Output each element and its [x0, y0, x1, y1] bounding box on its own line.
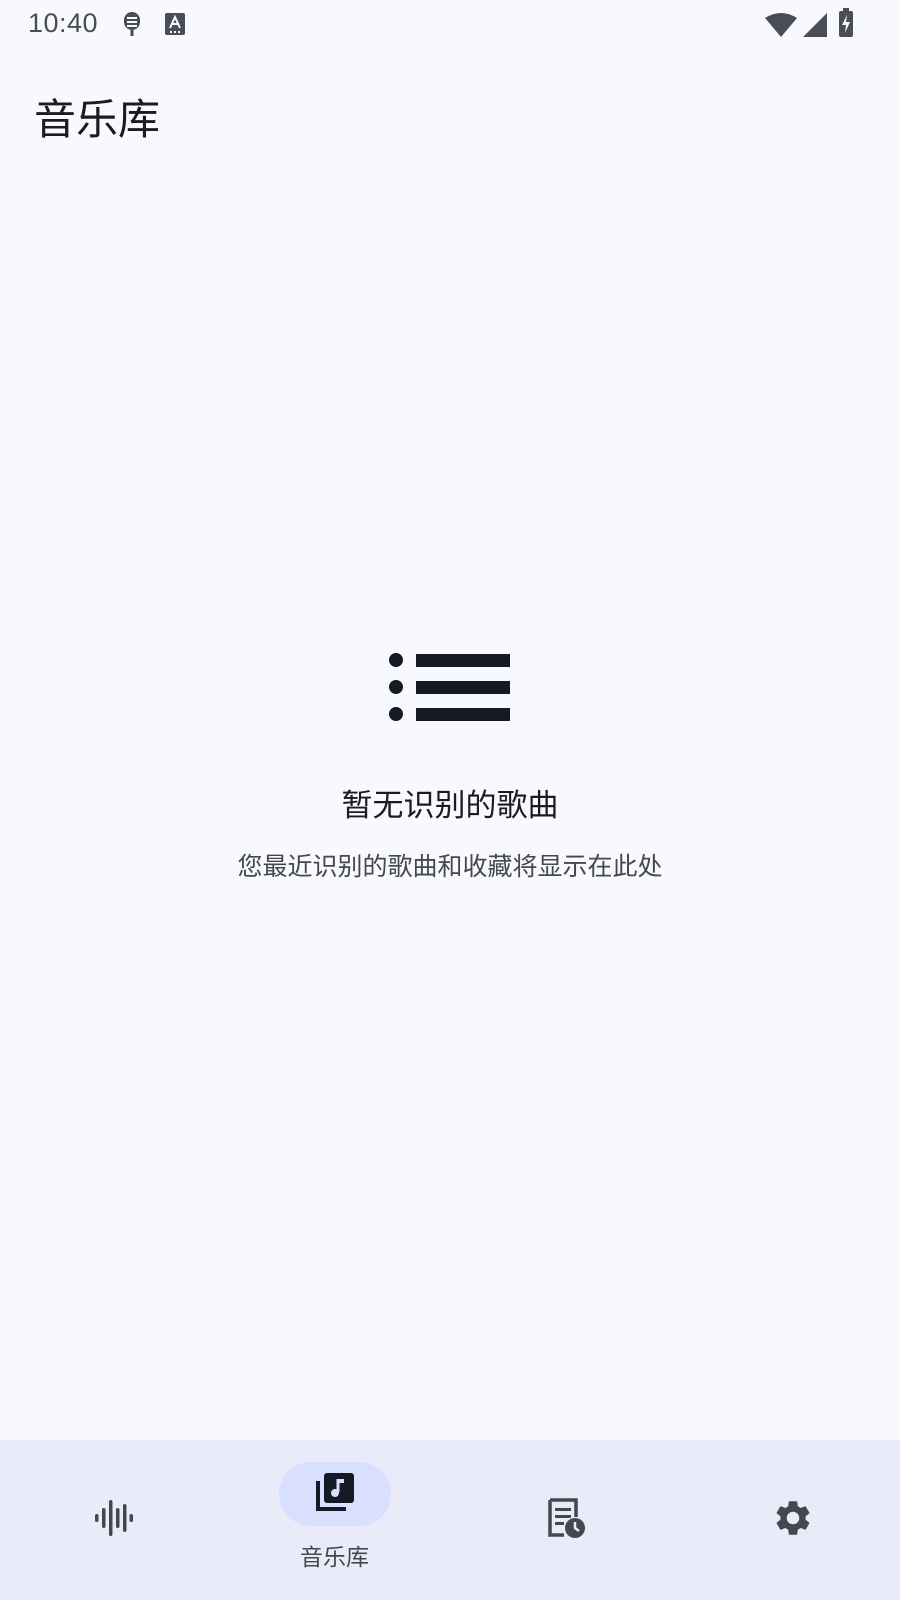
empty-state-title: 暂无识别的歌曲 [341, 788, 559, 824]
list-icon [388, 650, 512, 732]
music-library-icon [314, 1471, 356, 1517]
keyboard-a-icon [164, 12, 186, 40]
history-list-icon [544, 1497, 586, 1543]
nav-item-recognize[interactable] [0, 1440, 225, 1600]
settings-gear-icon [772, 1497, 814, 1543]
nav-pill [57, 1488, 169, 1552]
status-bar: 10:40 [0, 0, 900, 48]
wifi-icon [764, 12, 798, 42]
waveform-icon [93, 1498, 133, 1542]
empty-state-subtitle: 您最近识别的歌曲和收藏将显示在此处 [237, 852, 663, 881]
page-title: 音乐库 [34, 95, 161, 144]
nav-item-library[interactable]: 音乐库 [222, 1440, 447, 1600]
bottom-navigation: 音乐库 [0, 1440, 900, 1600]
nav-pill [737, 1488, 849, 1552]
empty-state: 暂无识别的歌曲 您最近识别的歌曲和收藏将显示在此处 [0, 650, 900, 883]
nav-label-library: 音乐库 [300, 1545, 369, 1571]
nav-item-settings[interactable] [680, 1440, 900, 1600]
battery-charging-icon [838, 8, 854, 42]
podcast-mic-icon [118, 10, 146, 42]
status-time: 10:40 [28, 8, 99, 38]
nav-pill [509, 1488, 621, 1552]
nav-item-history[interactable] [452, 1440, 677, 1600]
nav-pill-active [278, 1462, 391, 1526]
cell-signal-icon [802, 12, 828, 42]
screen: 10:40 音乐库 暂无识别的歌曲 您最近识别的歌曲和收藏将显示在此处 音乐库 [0, 0, 900, 1600]
